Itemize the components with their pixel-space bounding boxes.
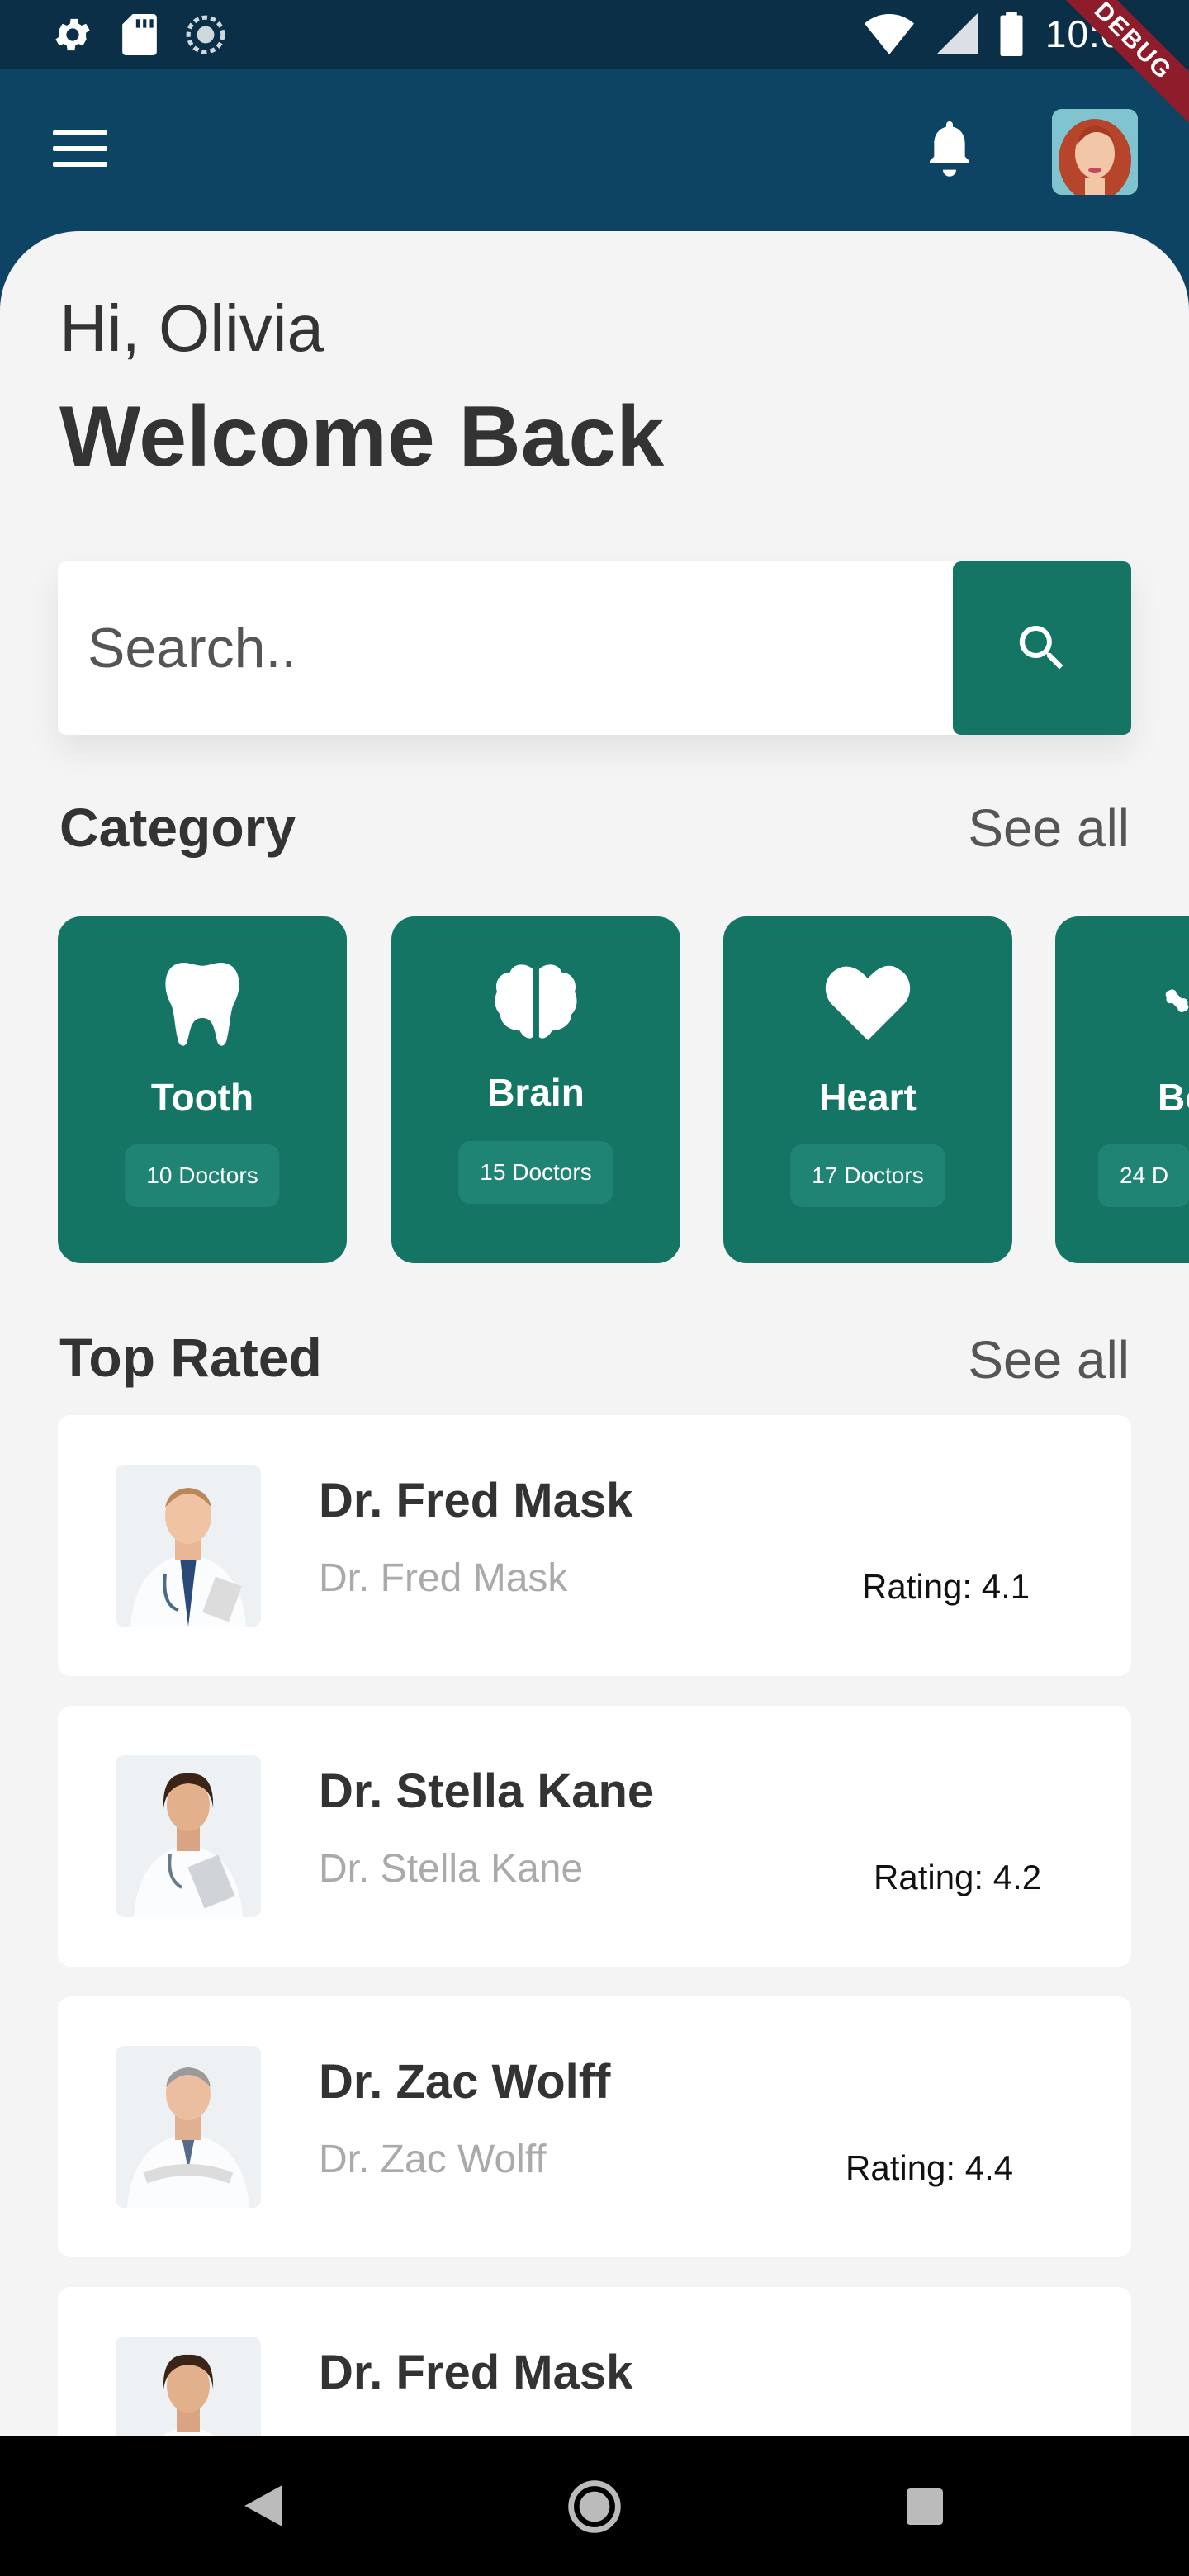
doctor-name: Dr. Stella Kane <box>319 1764 655 1818</box>
avatar-portrait <box>1052 109 1138 195</box>
tooth-icon <box>58 963 347 1054</box>
user-avatar[interactable] <box>1052 109 1138 195</box>
signal-icon <box>936 13 978 54</box>
menu-icon[interactable] <box>53 130 107 170</box>
search-icon <box>1019 626 1063 670</box>
wifi-icon <box>864 14 914 54</box>
category-see-all[interactable]: See all <box>968 798 1130 859</box>
settings-icon <box>55 18 90 51</box>
battery-icon <box>1000 12 1023 56</box>
doctor-photo <box>116 2337 261 2436</box>
bone-icon <box>1163 963 1189 1054</box>
rating-label: Rating: <box>874 1858 984 1896</box>
doctor-card[interactable]: Dr. Stella Kane Dr. Stella Kane Rating: … <box>58 1706 1131 1967</box>
category-card-tooth[interactable]: Tooth 10 Doctors <box>58 916 347 1263</box>
greeting-text: Hi, Olivia <box>59 291 324 365</box>
category-doctor-count: 17 Doctors <box>790 1144 945 1207</box>
welcome-heading: Welcome Back <box>59 389 665 485</box>
brain-icon <box>391 963 680 1054</box>
sync-icon <box>186 15 225 54</box>
category-doctor-count: 15 Doctors <box>458 1141 613 1204</box>
home-icon[interactable] <box>566 2479 623 2535</box>
category-card-brain[interactable]: Brain 15 Doctors <box>391 916 680 1263</box>
doctor-subtitle: Dr. Zac Wolff <box>319 2138 547 2181</box>
category-name: Heart <box>819 1076 917 1119</box>
doctor-photo <box>116 2046 261 2208</box>
doctor-photo <box>116 1755 261 1917</box>
doctor-rating: Rating: 4.2 <box>874 1858 1041 1897</box>
system-nav-bar <box>0 2436 1189 2576</box>
main-content: Hi, Olivia Welcome Back Category See all… <box>0 231 1189 2436</box>
category-name: Tooth <box>150 1076 254 1119</box>
doctor-card[interactable]: Dr. Zac Wolff Dr. Zac Wolff Rating: 4.4 <box>58 1996 1131 2257</box>
doctor-card[interactable]: Dr. Fred Mask <box>58 2287 1131 2436</box>
search-bar <box>58 561 1131 735</box>
back-icon[interactable] <box>244 2485 282 2526</box>
category-doctor-count: 10 Doctors <box>125 1144 280 1207</box>
doctor-photo <box>116 1465 261 1627</box>
rating-value: 4.4 <box>964 2148 1014 2187</box>
category-doctor-count: 24 D <box>1098 1144 1189 1207</box>
doctor-name: Dr. Zac Wolff <box>319 2055 611 2109</box>
heart-icon <box>723 963 1012 1054</box>
rating-value: 4.1 <box>981 1567 1030 1606</box>
doctor-rating: Rating: 4.1 <box>862 1567 1030 1607</box>
status-bar: 10:06 <box>0 0 1189 69</box>
top-rated-see-all[interactable]: See all <box>968 1329 1130 1390</box>
sd-card-icon <box>122 14 157 55</box>
doctor-name: Dr. Fred Mask <box>319 1474 633 1527</box>
doctor-card[interactable]: Dr. Fred Mask Dr. Fred Mask Rating: 4.1 <box>58 1415 1131 1676</box>
status-left-icons <box>51 13 226 56</box>
category-name: Bo <box>1158 1076 1189 1119</box>
category-card-bone[interactable]: Bo 24 D <box>1055 916 1189 1263</box>
top-rated-title: Top Rated <box>59 1327 322 1388</box>
category-card-heart[interactable]: Heart 17 Doctors <box>723 916 1012 1263</box>
doctor-subtitle: Dr. Fred Mask <box>319 1556 568 1600</box>
category-title: Category <box>59 797 296 858</box>
app-bar <box>0 69 1189 234</box>
search-button[interactable] <box>953 561 1131 735</box>
doctor-name: Dr. Fred Mask <box>319 2346 633 2399</box>
search-input[interactable] <box>58 561 953 735</box>
recents-icon[interactable] <box>907 2488 943 2525</box>
notification-bell-icon[interactable] <box>923 119 976 177</box>
rating-value: 4.2 <box>992 1858 1042 1896</box>
rating-label: Rating: <box>862 1567 973 1606</box>
category-name: Brain <box>487 1071 585 1114</box>
rating-label: Rating: <box>846 2148 956 2187</box>
doctor-subtitle: Dr. Stella Kane <box>319 1847 584 1891</box>
doctor-rating: Rating: 4.4 <box>846 2148 1013 2188</box>
